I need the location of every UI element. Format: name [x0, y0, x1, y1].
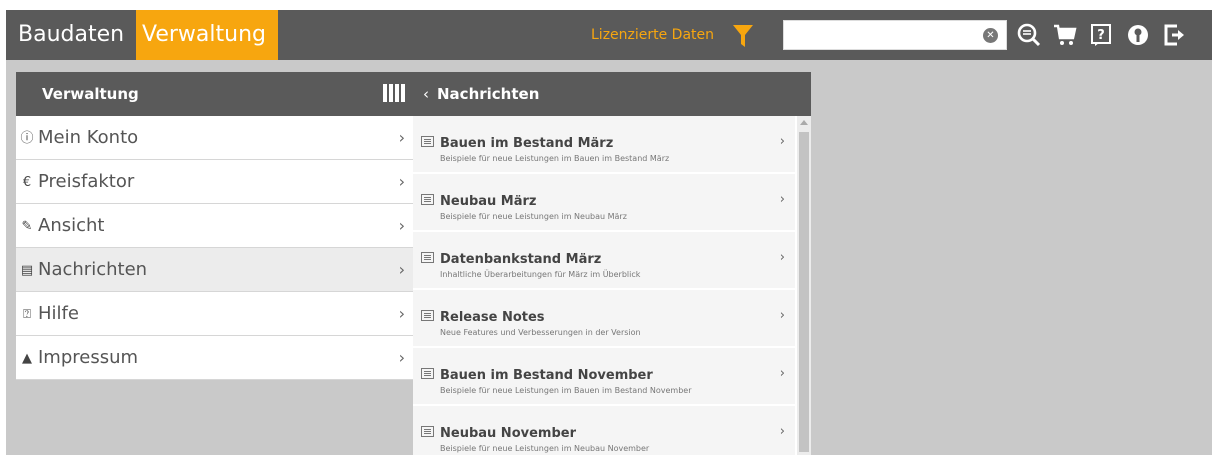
left-panel-title: Verwaltung	[42, 85, 139, 103]
scrollbar[interactable]	[797, 116, 811, 455]
logout-icon[interactable]	[1163, 23, 1187, 47]
chevron-right-icon: ›	[398, 304, 405, 323]
search-box: ✕	[783, 20, 1007, 50]
clear-icon[interactable]: ✕	[983, 28, 998, 43]
tab-baudaten[interactable]: Baudaten	[6, 10, 136, 60]
help-icon[interactable]: ?	[1090, 23, 1114, 47]
user-icon[interactable]	[1126, 23, 1150, 47]
menu-item-label: Impressum	[38, 347, 139, 368]
chevron-right-icon: ›	[779, 366, 785, 381]
content-area: Verwaltung ⓘ Mein Konto › € Preisfaktor › …	[6, 60, 1212, 455]
menu-item-label: Mein Konto	[38, 127, 139, 148]
chevron-right-icon: ›	[779, 192, 785, 207]
menu-item-nachrichten[interactable]: ▤ Nachrichten ›	[16, 248, 413, 292]
news-icon: ▤	[20, 263, 34, 278]
news-item-title: Bauen im Bestand November	[440, 368, 653, 383]
news-list: Bauen im Bestand März Beispiele für neue…	[413, 116, 811, 455]
news-icon	[421, 194, 434, 205]
news-item-subtitle: Inhaltliche Überarbeitungen für März im …	[440, 270, 641, 279]
menu-item-impressum[interactable]: ▲ Impressum ›	[16, 336, 413, 380]
chevron-right-icon: ›	[779, 308, 785, 323]
imprint-icon: ▲	[22, 351, 32, 366]
news-item-subtitle: Beispiele für neue Leistungen im Neubau …	[440, 444, 650, 453]
search-list-icon[interactable]	[1017, 23, 1041, 47]
menu-item-mein-konto[interactable]: ⓘ Mein Konto ›	[16, 116, 413, 160]
left-panel-header: Verwaltung	[16, 72, 413, 116]
euro-icon: €	[22, 175, 32, 190]
right-panel-header: ‹ Nachrichten	[413, 72, 811, 116]
news-item-subtitle: Beispiele für neue Leistungen im Neubau …	[440, 212, 627, 221]
news-item[interactable]: Datenbankstand März Inhaltliche Überarbe…	[413, 232, 795, 290]
menu-item-label: Hilfe	[38, 303, 79, 324]
news-item-title: Datenbankstand März	[440, 252, 602, 267]
left-panel: Verwaltung ⓘ Mein Konto › € Preisfaktor › …	[16, 72, 413, 455]
menu-item-ansicht[interactable]: ✎ Ansicht ›	[16, 204, 413, 248]
news-item[interactable]: Bauen im Bestand November Beispiele für …	[413, 348, 795, 406]
news-item-subtitle: Beispiele für neue Leistungen im Bauen i…	[440, 386, 692, 395]
menu-item-label: Ansicht	[38, 215, 105, 236]
news-item[interactable]: Release Notes Neue Features und Verbesse…	[413, 290, 795, 348]
user-icon: ⓘ	[20, 131, 34, 146]
news-item-title: Neubau November	[440, 426, 576, 441]
news-item-title: Neubau März	[440, 194, 537, 209]
top-bar: Baudaten Verwaltung Lizenzierte Daten ✕ …	[6, 10, 1212, 60]
svg-text:?: ?	[1097, 28, 1105, 43]
menu-item-hilfe[interactable]: ⍰ Hilfe ›	[16, 292, 413, 336]
chevron-right-icon: ›	[398, 216, 405, 235]
right-panel-title: Nachrichten	[437, 85, 540, 103]
scroll-up-icon[interactable]	[800, 120, 808, 125]
news-item[interactable]: Neubau November Beispiele für neue Leist…	[413, 406, 795, 455]
scrollbar-thumb[interactable]	[799, 132, 809, 452]
help-icon: ⍰	[23, 307, 31, 322]
news-icon	[421, 368, 434, 379]
news-icon	[421, 310, 434, 321]
news-item[interactable]: Bauen im Bestand März Beispiele für neue…	[413, 116, 795, 174]
chevron-right-icon: ›	[398, 128, 405, 147]
chevron-right-icon: ›	[398, 348, 405, 367]
tab-verwaltung[interactable]: Verwaltung	[136, 10, 278, 60]
search-input[interactable]	[784, 21, 974, 49]
news-icon	[421, 426, 434, 437]
cart-icon[interactable]	[1053, 23, 1077, 47]
menu-item-preisfaktor[interactable]: € Preisfaktor ›	[16, 160, 413, 204]
chevron-right-icon: ›	[779, 424, 785, 439]
news-icon	[421, 136, 434, 147]
news-item-subtitle: Neue Features und Verbesserungen in der …	[440, 328, 641, 337]
news-item-title: Release Notes	[440, 310, 545, 325]
news-icon	[421, 252, 434, 263]
menu-item-label: Nachrichten	[38, 259, 148, 280]
chevron-right-icon: ›	[779, 134, 785, 149]
filter-icon[interactable]	[732, 24, 754, 48]
chevron-right-icon: ›	[398, 260, 405, 279]
chevron-right-icon: ›	[779, 250, 785, 265]
news-item-subtitle: Beispiele für neue Leistungen im Bauen i…	[440, 154, 670, 163]
columns-icon[interactable]	[383, 84, 405, 102]
back-chevron-icon[interactable]: ‹	[423, 85, 429, 103]
chevron-right-icon: ›	[398, 172, 405, 191]
menu-item-label: Preisfaktor	[38, 171, 135, 192]
news-item[interactable]: Neubau März Beispiele für neue Leistunge…	[413, 174, 795, 232]
right-panel: ‹ Nachrichten Bauen im Bestand März Beisp…	[413, 72, 811, 455]
licensed-data-label[interactable]: Lizenzierte Daten	[591, 10, 714, 60]
wrench-icon: ✎	[21, 219, 33, 234]
news-item-title: Bauen im Bestand März	[440, 136, 614, 151]
